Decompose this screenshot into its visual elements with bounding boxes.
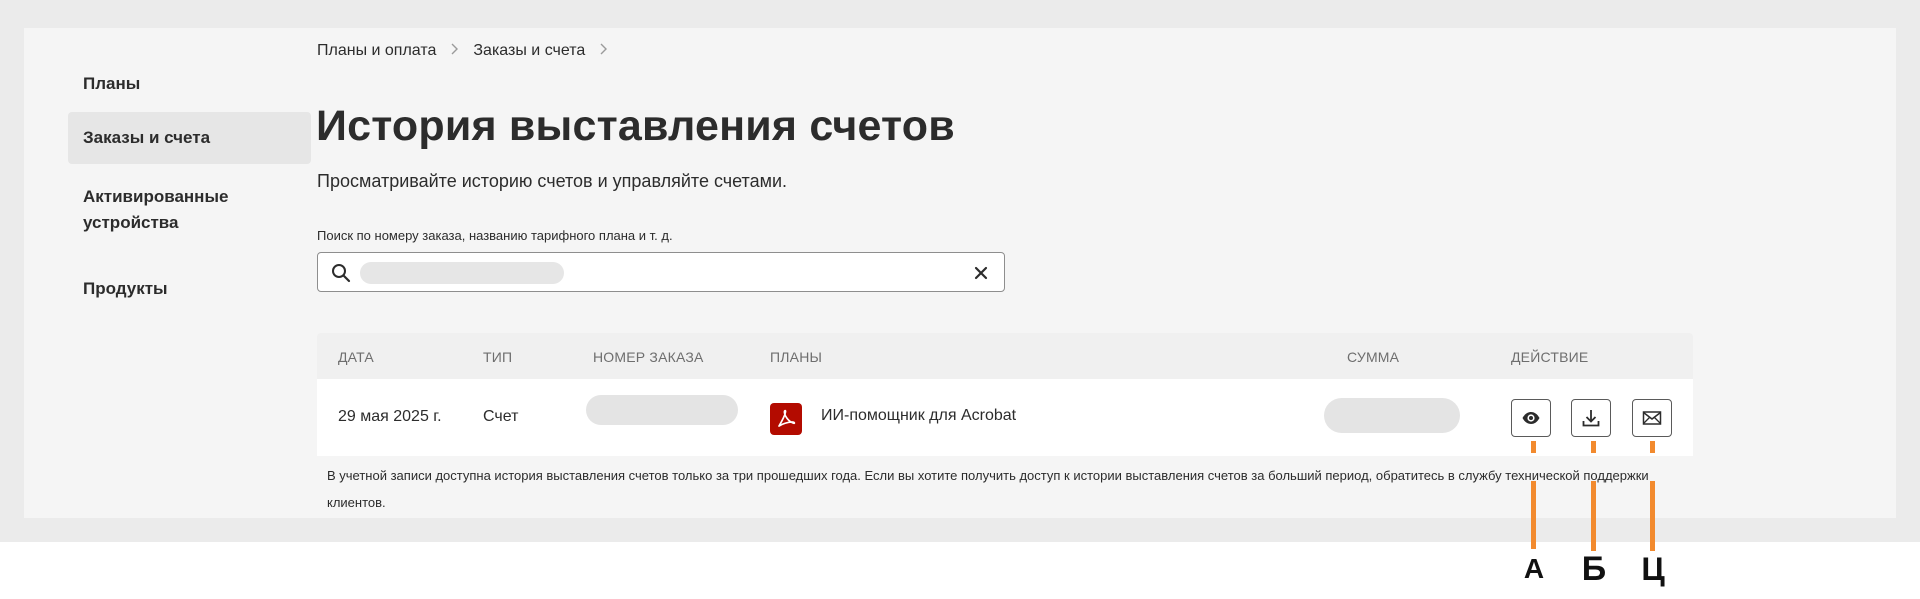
sidebar-item-label: Заказы и счета — [83, 128, 211, 147]
billing-history-notice: В учетной записи доступна история выстав… — [327, 468, 1649, 510]
sidebar-item-orders-invoices[interactable]: Заказы и счета — [68, 112, 311, 164]
chevron-right-icon — [450, 42, 459, 60]
callout-line-a — [1531, 481, 1536, 549]
page-title: История выставления счетов — [316, 102, 955, 150]
column-header-type: ТИП — [483, 349, 513, 365]
breadcrumb: Планы и оплата Заказы и счета — [317, 42, 608, 60]
callout-letter-a: А — [1523, 553, 1545, 584]
page-subtitle: Просматривайте историю счетов и управляй… — [317, 171, 788, 191]
search-field[interactable] — [317, 252, 1005, 292]
chevron-right-icon — [599, 42, 608, 60]
column-header-action: ДЕЙСТВИЕ — [1511, 349, 1589, 365]
close-icon[interactable] — [972, 264, 990, 282]
column-header-date: ДАТА — [338, 349, 374, 365]
sidebar-item-products[interactable]: Продукты — [68, 276, 311, 302]
callout-line-b — [1591, 481, 1596, 551]
amount-redacted — [1324, 398, 1460, 433]
callout-line-c-top — [1650, 441, 1655, 453]
callout-line-b-top — [1591, 441, 1596, 453]
search-icon — [330, 262, 352, 284]
sidebar-item-label: Активированные устройства — [83, 187, 229, 232]
column-header-amount: СУММА — [1347, 349, 1400, 365]
download-invoice-button[interactable] — [1571, 399, 1611, 437]
row-date: 29 мая 2025 г. — [338, 408, 442, 425]
column-header-plans: ПЛАНЫ — [770, 349, 823, 365]
column-header-order-number: НОМЕР ЗАКАЗА — [593, 349, 704, 365]
sidebar-item-activated-devices[interactable]: Активированные устройства — [68, 184, 268, 236]
callout-line-a-top — [1531, 441, 1536, 453]
view-invoice-button[interactable] — [1511, 399, 1551, 437]
callout-line-c — [1650, 481, 1655, 551]
table-header: ДАТА ТИП НОМЕР ЗАКАЗА ПЛАНЫ СУММА ДЕЙСТВ… — [317, 333, 1693, 379]
callout-letter-c: Ц — [1641, 551, 1665, 587]
table-row: 29 мая 2025 г. Счет ИИ-помощник для Acro… — [317, 379, 1693, 456]
row-type: Счет — [483, 408, 519, 425]
breadcrumb-orders-invoices[interactable]: Заказы и счета — [473, 42, 585, 60]
breadcrumb-plans-payment[interactable]: Планы и оплата — [317, 42, 436, 60]
order-number-redacted — [586, 395, 738, 425]
sidebar-item-label: Продукты — [83, 279, 168, 298]
search-label: Поиск по номеру заказа, названию тарифно… — [317, 228, 673, 243]
sidebar-item-plans[interactable]: Планы — [68, 62, 311, 106]
search-input[interactable] — [360, 262, 564, 284]
email-invoice-button[interactable] — [1632, 399, 1672, 437]
row-plan-name[interactable]: ИИ-помощник для Acrobat — [821, 407, 1016, 425]
callout-letter-b: Б — [1581, 550, 1607, 588]
sidebar-item-label: Планы — [83, 74, 141, 93]
acrobat-pdf-icon — [770, 403, 802, 435]
